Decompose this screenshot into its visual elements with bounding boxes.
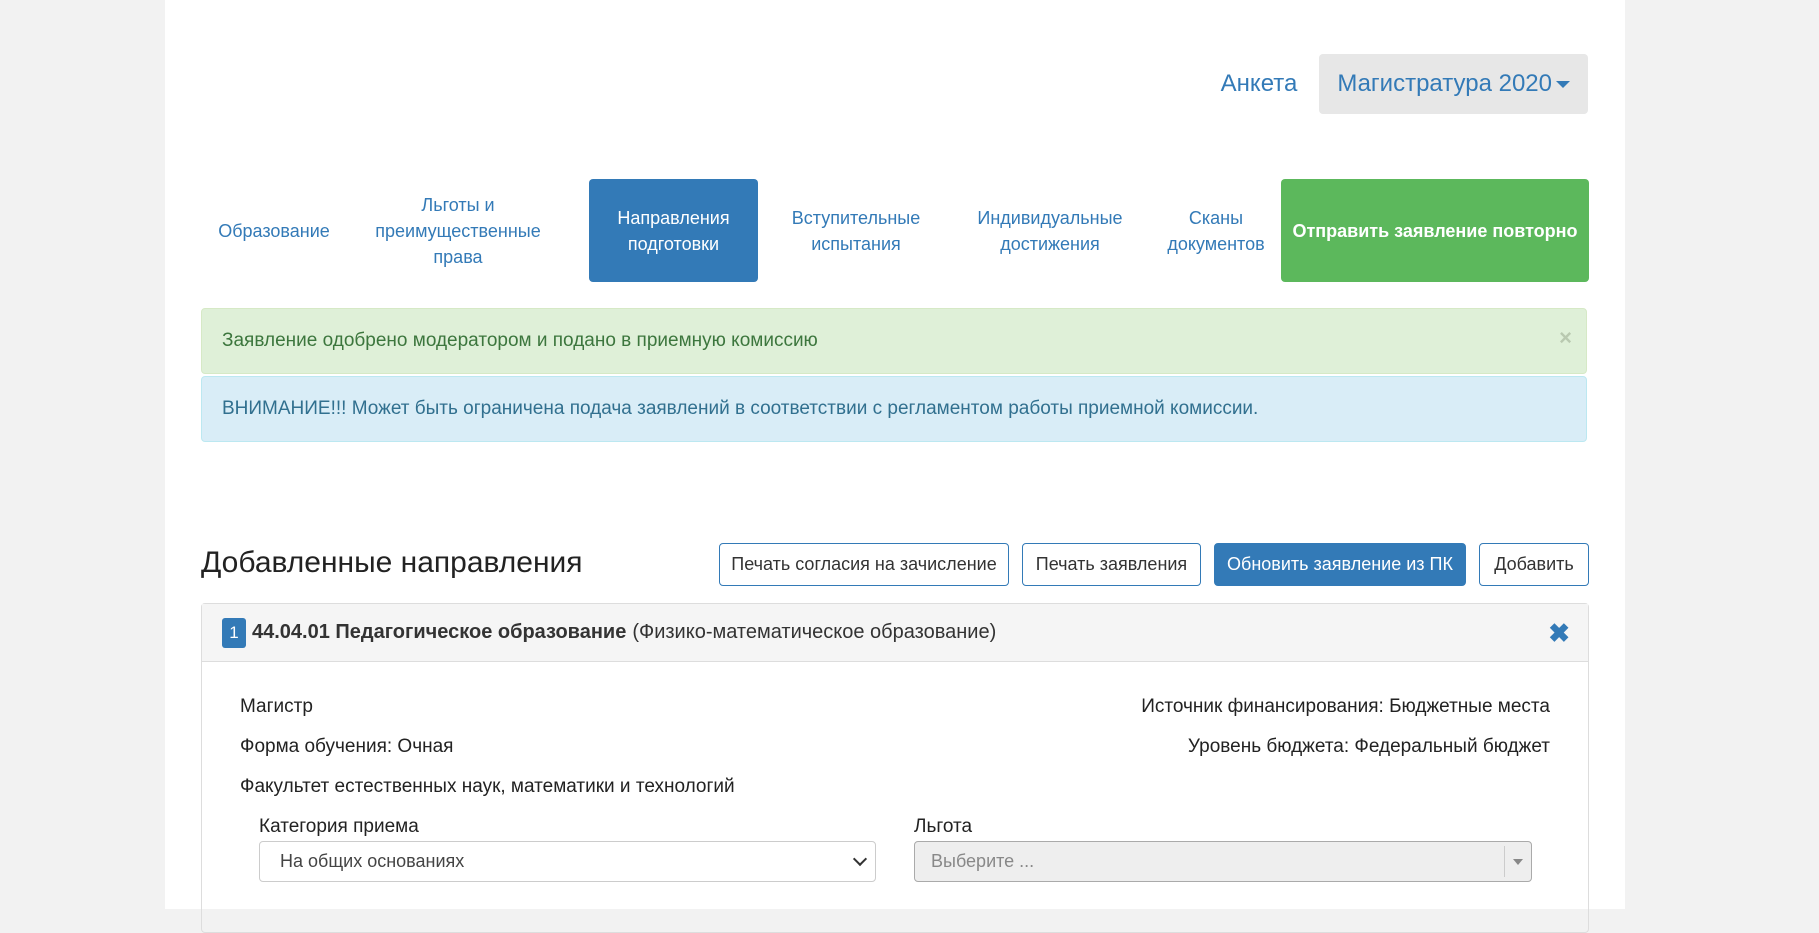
benefit-select[interactable]: Выберите ... <box>914 841 1532 882</box>
step-label: Льготы и преимущественные права <box>375 194 541 267</box>
info-alert: ВНИМАНИЕ!!! Может быть ограничена подача… <box>201 376 1587 442</box>
step-entrance-exams[interactable]: Вступительные испытания <box>771 179 941 282</box>
direction-panel: 1 44.04.01 Педагогическое образование (Ф… <box>201 603 1589 933</box>
step-label: Индивидуальные достижения <box>977 207 1123 254</box>
refresh-application-button[interactable]: Обновить заявление из ПК <box>1214 543 1466 586</box>
step-document-scans[interactable]: Сканы документов <box>1157 179 1275 282</box>
application-steps: Образование Льготы и преимущественные пр… <box>201 179 1589 282</box>
caret-down-icon <box>1556 80 1570 88</box>
benefit-label: Льгота <box>914 816 973 837</box>
funding-source: Источник финансирования: Бюджетные места <box>1141 696 1550 717</box>
degree-level: Магистр <box>240 696 313 717</box>
category-label: Категория приема <box>259 816 419 837</box>
study-form: Форма обучения: Очная <box>240 736 454 757</box>
print-consent-button[interactable]: Печать согласия на зачисление <box>719 543 1009 586</box>
direction-profile: (Физико-математическое образование) <box>632 621 997 643</box>
step-directions[interactable]: Направления подготовки <box>589 179 758 282</box>
remove-direction-icon[interactable]: ✖ <box>1548 618 1570 649</box>
section-title: Добавленные направления <box>201 546 583 579</box>
step-label: Сканы документов <box>1167 207 1265 254</box>
campaign-dropdown[interactable]: Магистратура 2020 <box>1319 54 1588 114</box>
faculty: Факультет естественных наук, математики … <box>240 776 735 797</box>
add-button[interactable]: Добавить <box>1479 543 1589 586</box>
campaign-dropdown-label: Магистратура 2020 <box>1337 70 1552 97</box>
category-select[interactable]: На общих основаниях <box>259 841 876 882</box>
top-nav: Анкета Магистратура 2020 <box>1221 54 1588 114</box>
print-application-button[interactable]: Печать заявления <box>1022 543 1201 586</box>
success-alert-text: Заявление одобрено модератором и подано … <box>222 330 818 351</box>
budget-level: Уровень бюджета: Федеральный бюджет <box>1187 736 1550 757</box>
chevron-down-icon <box>852 851 868 867</box>
category-select-value: На общих основаниях <box>280 851 465 871</box>
step-achievements[interactable]: Индивидуальные достижения <box>955 179 1145 282</box>
direction-number-badge: 1 <box>222 617 246 648</box>
step-education[interactable]: Образование <box>201 179 347 282</box>
page-container: Анкета Магистратура 2020 Образование Льг… <box>165 0 1625 933</box>
send-again-button[interactable]: Отправить заявление повторно <box>1281 179 1589 282</box>
questionnaire-link[interactable]: Анкета <box>1221 70 1298 98</box>
direction-code-name: 44.04.01 Педагогическое образование <box>252 621 627 643</box>
step-label: Образование <box>218 220 330 241</box>
info-alert-text: ВНИМАНИЕ!!! Может быть ограничена подача… <box>222 398 1259 419</box>
close-icon[interactable]: × <box>1559 325 1572 351</box>
step-benefits[interactable]: Льготы и преимущественные права <box>361 179 555 282</box>
step-label: Вступительные испытания <box>791 207 921 254</box>
success-alert: Заявление одобрено модератором и подано … <box>201 308 1587 374</box>
select-divider <box>1504 846 1505 877</box>
benefit-select-placeholder: Выберите ... <box>931 851 1035 871</box>
step-label: Направления подготовки <box>617 207 730 254</box>
dropdown-arrow-icon <box>1513 859 1523 865</box>
direction-heading: 1 44.04.01 Педагогическое образование (Ф… <box>202 604 1588 662</box>
